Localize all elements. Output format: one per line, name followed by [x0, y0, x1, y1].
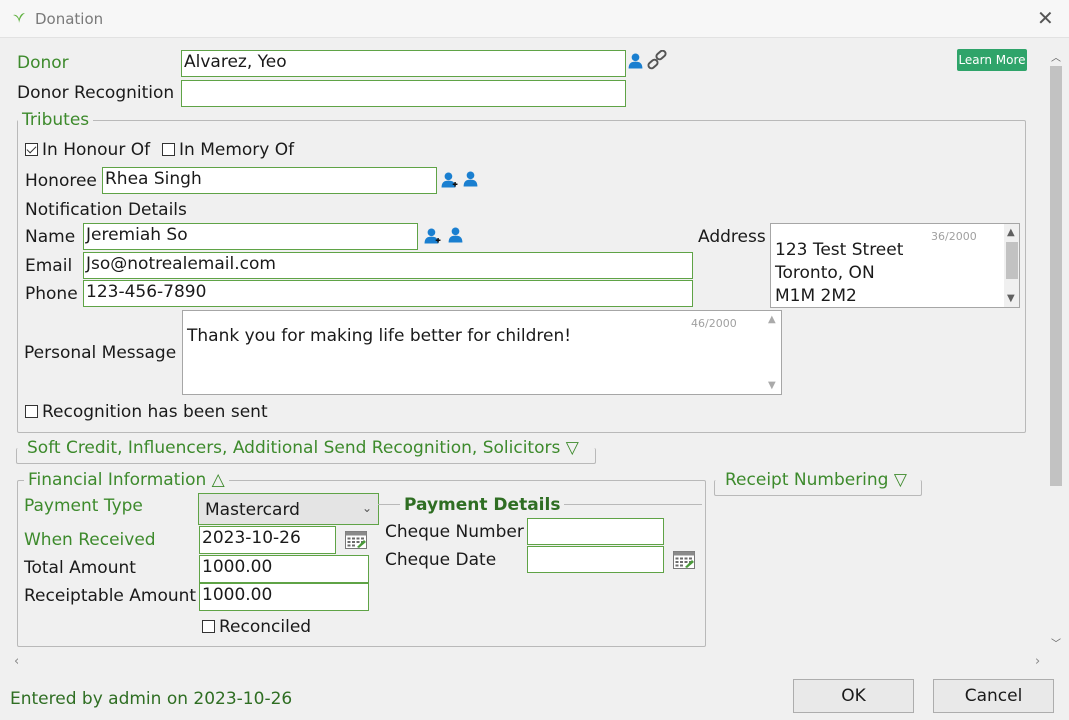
in-memory-checkbox[interactable]: [162, 143, 175, 156]
person-icon[interactable]: [627, 52, 644, 69]
when-received-field[interactable]: 2023-10-26: [199, 526, 336, 554]
title-bar: Donation ✕: [0, 0, 1069, 38]
in-memory-option[interactable]: In Memory Of: [162, 140, 294, 160]
total-amount-label: Total Amount: [24, 558, 136, 578]
recognition-sent-checkbox[interactable]: [25, 405, 38, 418]
entered-by-status: Entered by admin on 2023-10-26: [10, 689, 293, 709]
person-icon[interactable]: [447, 226, 464, 243]
scroll-left-arrow-icon[interactable]: ‹: [14, 654, 19, 669]
personal-message-label: Personal Message: [24, 343, 177, 363]
cheque-number-field[interactable]: [527, 518, 664, 545]
soft-credit-toggle[interactable]: Soft Credit, Influencers, Additional Sen…: [23, 438, 583, 458]
chevron-down-icon[interactable]: ⌄: [362, 501, 372, 515]
donor-recognition-field[interactable]: [181, 80, 626, 107]
scroll-up-arrow-icon[interactable]: ︿: [1051, 54, 1061, 64]
scroll-down-arrow-icon[interactable]: ﹀: [1051, 640, 1061, 650]
main-scroll-thumb[interactable]: [1050, 66, 1062, 486]
app-logo-icon: [13, 13, 25, 23]
financial-toggle[interactable]: Financial Information △: [24, 470, 229, 490]
address-text: 123 Test Street Toronto, ON M1M 2M2: [775, 240, 904, 306]
main-horizontal-scrollbar[interactable]: ‹ ›: [10, 654, 1046, 670]
donor-recognition-label: Donor Recognition: [17, 83, 175, 103]
total-amount-field[interactable]: 1000.00: [199, 555, 369, 583]
address-label: Address: [698, 227, 766, 247]
main-vertical-scrollbar[interactable]: ︿ ﹀: [1047, 50, 1065, 654]
personal-message-textarea[interactable]: 46/2000 Thank you for making life better…: [182, 310, 782, 395]
notification-details-heading: Notification Details: [25, 200, 187, 220]
recognition-sent-option[interactable]: Recognition has been sent: [25, 402, 268, 422]
receiptable-amount-label: Receiptable Amount: [24, 586, 197, 606]
address-scrollbar[interactable]: ▲ ▼: [1004, 224, 1019, 307]
scroll-right-arrow-icon[interactable]: ›: [1035, 654, 1040, 669]
scroll-down-arrow-icon[interactable]: ▼: [1007, 294, 1015, 304]
payment-details-heading: Payment Details: [400, 495, 565, 515]
calendar-icon[interactable]: [345, 531, 367, 549]
person-icon[interactable]: [462, 170, 479, 187]
link-icon[interactable]: [646, 50, 668, 70]
message-counter: 46/2000: [691, 317, 737, 330]
reconciled-option[interactable]: Reconciled: [202, 617, 311, 637]
receiptable-amount-field[interactable]: 1000.00: [199, 583, 369, 611]
donor-label: Donor: [17, 53, 69, 73]
payment-type-value: Mastercard: [205, 500, 300, 520]
receipt-numbering-toggle[interactable]: Receipt Numbering ▽: [721, 470, 911, 490]
email-label: Email: [25, 256, 73, 276]
notification-name-field[interactable]: Jeremiah So: [83, 223, 418, 250]
add-person-icon[interactable]: [424, 227, 441, 244]
tributes-legend: Tributes: [18, 110, 94, 130]
email-field[interactable]: Jso@notrealemail.com: [83, 252, 693, 279]
address-counter: 36/2000: [931, 230, 977, 243]
calendar-icon[interactable]: [673, 551, 695, 569]
scroll-up-arrow-icon[interactable]: ▲: [768, 315, 776, 325]
phone-field[interactable]: 123-456-7890: [83, 280, 693, 307]
notification-name-label: Name: [25, 227, 76, 247]
when-received-label: When Received: [24, 530, 156, 550]
scroll-down-arrow-icon[interactable]: ▼: [768, 381, 776, 391]
scroll-up-arrow-icon[interactable]: ▲: [1007, 228, 1015, 238]
learn-more-button[interactable]: Learn More: [957, 49, 1027, 71]
in-honour-option[interactable]: In Honour Of: [25, 140, 150, 160]
in-honour-checkbox[interactable]: [25, 143, 38, 156]
cheque-number-label: Cheque Number: [385, 522, 524, 542]
close-icon[interactable]: ✕: [1037, 8, 1054, 28]
cancel-button[interactable]: Cancel: [933, 679, 1054, 713]
payment-type-label: Payment Type: [24, 496, 143, 516]
honoree-label: Honoree: [25, 171, 97, 191]
payment-type-select[interactable]: Mastercard ⌄: [198, 493, 379, 525]
ok-button[interactable]: OK: [793, 679, 914, 713]
cheque-date-field[interactable]: [527, 546, 664, 573]
reconciled-checkbox[interactable]: [202, 620, 215, 633]
add-person-icon[interactable]: [441, 171, 458, 188]
honoree-field[interactable]: Rhea Singh: [102, 167, 437, 194]
address-textarea[interactable]: 36/2000 123 Test Street Toronto, ON M1M …: [770, 223, 1020, 308]
phone-label: Phone: [25, 284, 78, 304]
cheque-date-label: Cheque Date: [385, 550, 497, 570]
personal-message-text: Thank you for making life better for chi…: [187, 326, 572, 346]
donor-field[interactable]: Alvarez, Yeo: [181, 50, 626, 77]
scroll-thumb[interactable]: [1006, 242, 1018, 279]
window-title: Donation: [35, 10, 104, 28]
